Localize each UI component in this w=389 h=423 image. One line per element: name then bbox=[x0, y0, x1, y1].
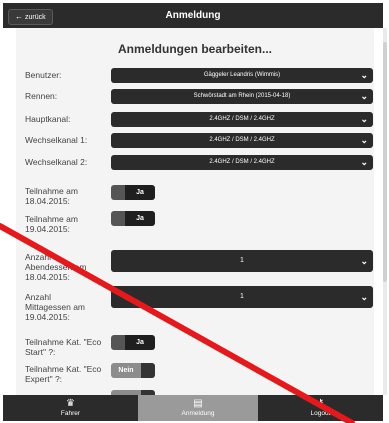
toggle-handle bbox=[141, 363, 155, 378]
nav-item-fahrer[interactable]: ♛ Fahrer bbox=[3, 395, 138, 421]
scrollbar-thumb[interactable] bbox=[383, 42, 387, 282]
eco-expert-toggle[interactable]: Nein bbox=[111, 363, 155, 378]
alt-channel-2-value: 2.4GHZ / DSM / 2.4GHZ bbox=[209, 159, 275, 165]
form-icon: ▤ bbox=[193, 398, 203, 409]
alt-channel-1-select[interactable]: 2.4GHZ / DSM / 2.4GHZ ⌄ bbox=[111, 133, 373, 148]
chevron-down-icon: ⌄ bbox=[360, 157, 368, 167]
lunch-count-label: Anzahl Mittagessen am 19.04.2015: bbox=[25, 292, 85, 322]
toggle-handle bbox=[111, 211, 125, 226]
person-icon: ♛ bbox=[66, 398, 75, 409]
chevron-down-icon: ⌄ bbox=[360, 256, 368, 266]
toggle-value: Nein bbox=[111, 363, 141, 378]
participation-day2-toggle[interactable]: Ja bbox=[111, 211, 155, 226]
lunch-count-select[interactable]: 1 ⌄ bbox=[111, 286, 373, 308]
alt-channel-2-select[interactable]: 2.4GHZ / DSM / 2.4GHZ ⌄ bbox=[111, 155, 373, 170]
race-label: Rennen: bbox=[25, 91, 58, 101]
nav-label: Anmeldung bbox=[181, 410, 215, 417]
dinner-count-label: Anzahl Abendessen am 18.04.2015: bbox=[25, 252, 87, 282]
eco-start-toggle[interactable]: Ja bbox=[111, 335, 155, 350]
nav-label: Fahrer bbox=[60, 410, 81, 417]
scrollbar[interactable] bbox=[383, 28, 387, 395]
eco-expert-label: Teilnahme Kat. "Eco Expert" ?: bbox=[25, 364, 102, 384]
toggle-value: Ja bbox=[125, 185, 155, 200]
main-channel-select[interactable]: 2.4GHZ / DSM / 2.4GHZ ⌄ bbox=[111, 112, 373, 127]
nav-label: Logout bbox=[310, 410, 331, 417]
alt-channel-1-value: 2.4GHZ / DSM / 2.4GHZ bbox=[209, 137, 275, 143]
race-select[interactable]: Schwörstadt am Rhein (2015-04-18) ⌄ bbox=[111, 89, 373, 104]
user-select[interactable]: Gäggeler Leandris (Wimmis) ⌄ bbox=[111, 68, 373, 83]
page-title: Anmeldung bbox=[165, 10, 221, 21]
alt-channel-2-label: Wechselkanal 2: bbox=[25, 157, 88, 167]
alt-channel-1-label: Wechselkanal 1: bbox=[25, 135, 88, 145]
chevron-down-icon: ⌄ bbox=[360, 70, 368, 80]
key-icon: ⚷ bbox=[316, 398, 325, 409]
main-channel-value: 2.4GHZ / DSM / 2.4GHZ bbox=[209, 116, 275, 122]
chevron-down-icon: ⌄ bbox=[360, 91, 368, 101]
toggle-handle bbox=[111, 335, 125, 350]
toggle-value: Ja bbox=[125, 211, 155, 226]
app-screen: ← zurück Anmeldung Anmeldungen bearbeiten… bbox=[0, 0, 389, 423]
toggle-handle bbox=[111, 185, 125, 200]
user-label: Benutzer: bbox=[25, 70, 62, 80]
form-heading: Anmeldungen bearbeiten... bbox=[117, 42, 273, 56]
footer-nav: ♛ Fahrer ▤ Anmeldung ⚷ Logout bbox=[3, 395, 383, 421]
participation-day1-label: Teilnahme am 18.04.2015: bbox=[25, 186, 78, 206]
chevron-down-icon: ⌄ bbox=[360, 114, 368, 124]
race-select-value: Schwörstadt am Rhein (2015-04-18) bbox=[193, 93, 291, 99]
nav-item-anmeldung[interactable]: ▤ Anmeldung bbox=[138, 395, 258, 421]
toggle-value: Ja bbox=[125, 335, 155, 350]
header-bar: ← zurück Anmeldung bbox=[3, 3, 383, 28]
nav-item-logout[interactable]: ⚷ Logout bbox=[258, 395, 383, 421]
participation-day2-label: Teilnahme am 19.04.2015: bbox=[25, 214, 78, 234]
main-channel-label: Hauptkanal: bbox=[25, 114, 71, 124]
form-content: Anmeldungen bearbeiten... Benutzer: Gägg… bbox=[16, 28, 374, 395]
eco-start-label: Teilnahme Kat. "Eco Start" ?: bbox=[25, 337, 102, 357]
dinner-count-select[interactable]: 1 ⌄ bbox=[111, 250, 373, 272]
dinner-count-value: 1 bbox=[240, 257, 244, 264]
participation-day1-toggle[interactable]: Ja bbox=[111, 185, 155, 200]
chevron-down-icon: ⌄ bbox=[360, 135, 368, 145]
chevron-down-icon: ⌄ bbox=[360, 292, 368, 302]
user-select-value: Gäggeler Leandris (Wimmis) bbox=[203, 72, 281, 78]
lunch-count-value: 1 bbox=[240, 293, 244, 300]
